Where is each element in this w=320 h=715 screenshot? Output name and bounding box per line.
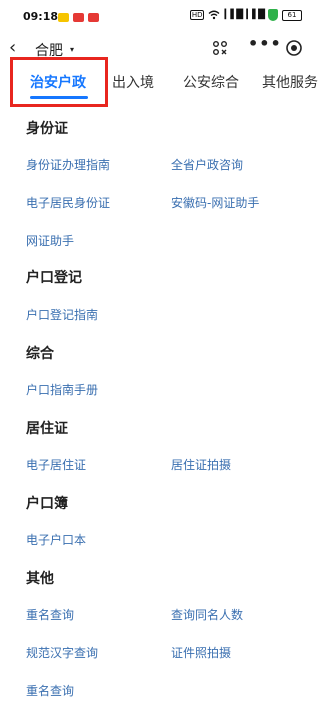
link-electronic-id[interactable]: 电子居民身份证 [26,194,110,211]
status-bar: 09:18 HD ▎▌█ ▎▌█ 61 [0,0,320,36]
link-electronic-household-book[interactable]: 电子户口本 [26,531,86,548]
scan-icon[interactable] [212,40,228,56]
link-id-photo[interactable]: 证件照拍摄 [171,644,231,661]
tab-general[interactable]: 公安综合 [183,72,239,92]
back-icon[interactable]: ‹ [9,38,16,58]
signal-icon: ▎▌█ [246,10,265,20]
highlight-box [10,57,108,107]
section-title: 综合 [26,346,54,362]
tab-other-services[interactable]: 其他服务 [262,72,320,92]
link-id-card-guide[interactable]: 身份证办理指南 [26,156,110,173]
link-duplicate-name-query-2[interactable]: 重名查询 [26,682,74,699]
link-duplicate-name-query[interactable]: 重名查询 [26,606,74,623]
link-anhui-code[interactable]: 安徽码-网证助手 [171,194,259,211]
app-notification-icon [73,13,84,22]
chevron-down-icon[interactable]: ▾ [70,45,74,54]
section-title: 居住证 [26,421,68,437]
shield-icon [268,9,278,21]
link-electronic-residence-permit[interactable]: 电子居住证 [26,456,86,473]
link-household-consult[interactable]: 全省户政咨询 [171,156,243,173]
hd-icon: HD [189,10,205,20]
link-standard-chars-query[interactable]: 规范汉字查询 [26,644,98,661]
wifi-icon [209,10,220,20]
link-household-handbook[interactable]: 户口指南手册 [26,381,98,398]
signal-icon: ▎▌█ [224,10,243,20]
link-net-id-helper[interactable]: 网证助手 [26,232,74,249]
more-icon[interactable]: ••• [248,34,282,53]
section-title: 户口登记 [26,270,82,286]
link-residence-permit-photo[interactable]: 居住证拍摄 [171,456,231,473]
section-title: 户口簿 [26,496,68,512]
app-notification-icon [58,13,69,22]
status-time: 09:18 [23,10,59,23]
link-household-registration-guide[interactable]: 户口登记指南 [26,306,98,323]
app-notification-icon [88,13,99,22]
tab-exit-entry[interactable]: 出入境 [112,72,154,92]
close-miniprogram-icon[interactable] [286,40,302,56]
battery-icon: 61 [282,9,302,21]
link-same-name-count[interactable]: 查询同名人数 [171,606,243,623]
section-title: 身份证 [26,121,68,137]
section-title: 其他 [26,571,54,587]
